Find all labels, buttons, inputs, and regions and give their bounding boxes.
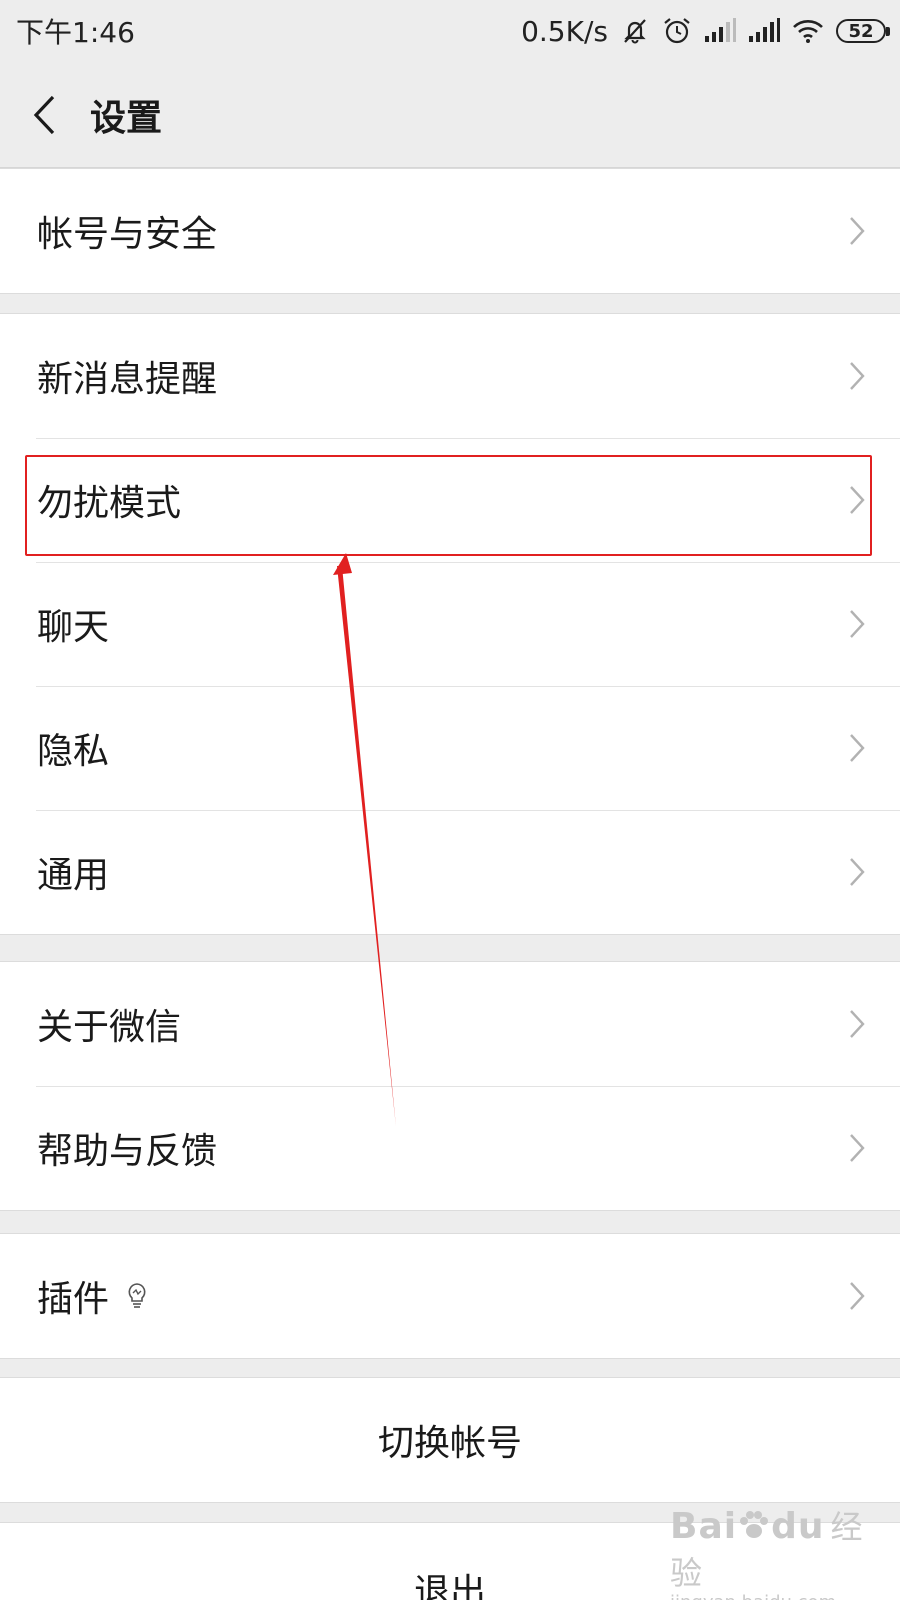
settings-item-help-feedback[interactable]: 帮助与反馈 xyxy=(0,1086,900,1210)
chevron-right-icon xyxy=(850,1282,865,1310)
logout-label: 退出 xyxy=(413,1572,486,1600)
settings-item-general[interactable]: 通用 xyxy=(0,810,900,934)
status-icons: 0.5K/s 52 xyxy=(521,14,890,48)
settings-group-about: 关于微信 帮助与反馈 xyxy=(0,961,900,1211)
alarm-icon xyxy=(662,16,692,46)
settings-item-label: 新消息提醒 xyxy=(37,359,218,400)
battery-icon: 52 xyxy=(836,19,890,43)
status-time: 下午1:46 xyxy=(16,16,135,49)
logout-section: 退出 xyxy=(0,1522,900,1600)
chevron-right-icon xyxy=(850,858,865,886)
chevron-right-icon xyxy=(850,610,865,638)
wifi-icon xyxy=(792,18,824,44)
settings-group-account: 帐号与安全 xyxy=(0,168,900,294)
chevron-right-icon xyxy=(850,734,865,762)
switch-account-button[interactable]: 切换帐号 xyxy=(0,1378,900,1502)
status-bar: 下午1:46 0.5K/s 52 xyxy=(0,0,900,62)
switch-account-label: 切换帐号 xyxy=(377,1423,522,1464)
signal-icon xyxy=(748,18,780,44)
battery-level: 52 xyxy=(848,20,874,42)
settings-group-main: 新消息提醒 勿扰模式 聊天 隐私 通用 xyxy=(0,313,900,935)
chevron-right-icon xyxy=(850,1010,865,1038)
settings-item-about-wechat[interactable]: 关于微信 xyxy=(0,962,900,1086)
back-button[interactable] xyxy=(0,62,90,168)
settings-item-label: 帐号与安全 xyxy=(37,214,218,255)
title-bar: 设置 xyxy=(0,62,900,168)
settings-item-privacy[interactable]: 隐私 xyxy=(0,686,900,810)
settings-item-label: 通用 xyxy=(37,855,110,896)
switch-account-section: 切换帐号 xyxy=(0,1377,900,1503)
chevron-left-icon xyxy=(33,95,55,134)
settings-item-account-security[interactable]: 帐号与安全 xyxy=(0,169,900,293)
chevron-right-icon xyxy=(850,1134,865,1162)
settings-item-plugins[interactable]: 插件 xyxy=(0,1234,900,1358)
settings-item-label: 帮助与反馈 xyxy=(37,1131,218,1172)
net-speed: 0.5K/s xyxy=(521,14,608,48)
settings-item-label: 关于微信 xyxy=(37,1007,182,1048)
settings-item-label: 插件 xyxy=(37,1279,110,1320)
mute-bell-icon xyxy=(620,16,650,46)
settings-group-plugins: 插件 xyxy=(0,1233,900,1359)
settings-item-chat[interactable]: 聊天 xyxy=(0,562,900,686)
settings-item-new-message-notify[interactable]: 新消息提醒 xyxy=(0,314,900,438)
settings-item-do-not-disturb[interactable]: 勿扰模式 xyxy=(0,438,900,562)
logout-button[interactable]: 退出 xyxy=(0,1523,900,1600)
settings-item-label: 勿扰模式 xyxy=(37,483,182,524)
chevron-right-icon xyxy=(850,486,865,514)
settings-item-label: 隐私 xyxy=(37,731,110,772)
chevron-right-icon xyxy=(850,217,865,245)
signal-icon xyxy=(704,18,736,44)
lightbulb-icon xyxy=(128,1283,146,1308)
page-title: 设置 xyxy=(90,97,163,139)
chevron-right-icon xyxy=(850,362,865,390)
settings-item-label: 聊天 xyxy=(37,607,110,648)
